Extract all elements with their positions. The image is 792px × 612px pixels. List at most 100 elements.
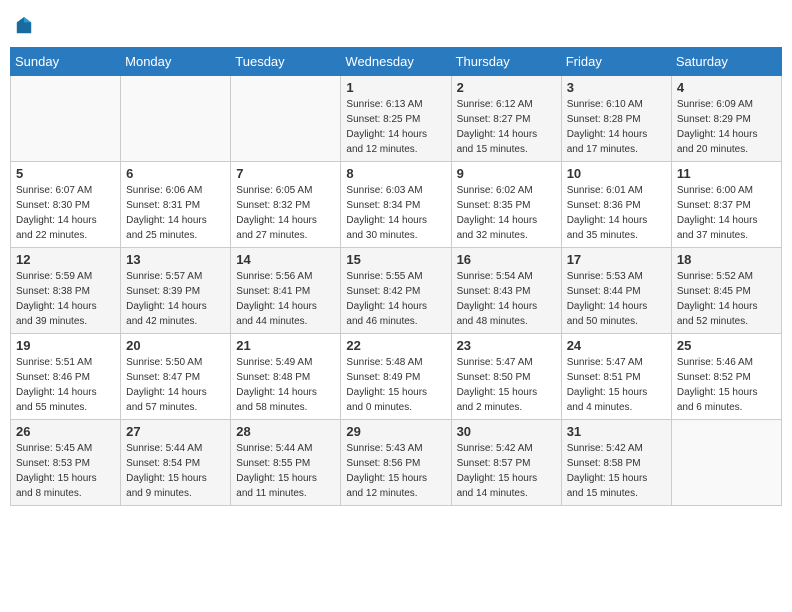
calendar-day-cell: 9 Sunrise: 6:02 AMSunset: 8:35 PMDaylight… (451, 162, 561, 248)
day-number: 19 (16, 338, 115, 353)
day-number: 16 (457, 252, 556, 267)
day-number: 26 (16, 424, 115, 439)
calendar-day-cell: 18 Sunrise: 5:52 AMSunset: 8:45 PMDayligh… (671, 248, 781, 334)
day-info: Sunrise: 5:42 AMSunset: 8:58 PMDaylight:… (567, 441, 666, 501)
calendar-header-row: SundayMondayTuesdayWednesdayThursdayFrid… (11, 48, 782, 76)
day-number: 23 (457, 338, 556, 353)
day-of-week-header: Tuesday (231, 48, 341, 76)
day-info: Sunrise: 6:03 AMSunset: 8:34 PMDaylight:… (346, 183, 445, 243)
day-info: Sunrise: 6:10 AMSunset: 8:28 PMDaylight:… (567, 97, 666, 157)
calendar-day-cell: 15 Sunrise: 5:55 AMSunset: 8:42 PMDayligh… (341, 248, 451, 334)
day-number: 29 (346, 424, 445, 439)
calendar-day-cell: 27Sunrise: 5:44 AMSunset: 8:54 PMDayligh… (121, 420, 231, 506)
day-number: 30 (457, 424, 556, 439)
day-info: Sunrise: 5:50 AMSunset: 8:47 PMDaylight:… (126, 355, 225, 415)
calendar-day-cell: 29 Sunrise: 5:43 AMSunset: 8:56 PMDayligh… (341, 420, 451, 506)
calendar-day-cell: 3 Sunrise: 6:10 AMSunset: 8:28 PMDaylight… (561, 76, 671, 162)
calendar-day-cell: 14Sunrise: 5:56 AMSunset: 8:41 PMDayligh… (231, 248, 341, 334)
day-number: 7 (236, 166, 335, 181)
day-of-week-header: Wednesday (341, 48, 451, 76)
day-of-week-header: Thursday (451, 48, 561, 76)
day-info: Sunrise: 5:57 AMSunset: 8:39 PMDaylight:… (126, 269, 225, 329)
calendar-day-cell: 16 Sunrise: 5:54 AMSunset: 8:43 PMDayligh… (451, 248, 561, 334)
day-info: Sunrise: 5:55 AMSunset: 8:42 PMDaylight:… (346, 269, 445, 329)
day-info: Sunrise: 6:07 AMSunset: 8:30 PMDaylight:… (16, 183, 115, 243)
calendar-week-row: 19Sunrise: 5:51 AMSunset: 8:46 PMDayligh… (11, 334, 782, 420)
day-info: Sunrise: 6:06 AMSunset: 8:31 PMDaylight:… (126, 183, 225, 243)
day-info: Sunrise: 5:52 AMSunset: 8:45 PMDaylight:… (677, 269, 776, 329)
day-number: 2 (457, 80, 556, 95)
calendar-day-cell: 30Sunrise: 5:42 AMSunset: 8:57 PMDayligh… (451, 420, 561, 506)
calendar-week-row: 1 Sunrise: 6:13 AMSunset: 8:25 PMDaylight… (11, 76, 782, 162)
day-of-week-header: Sunday (11, 48, 121, 76)
day-number: 22 (346, 338, 445, 353)
day-number: 11 (677, 166, 776, 181)
calendar-day-cell: 20 Sunrise: 5:50 AMSunset: 8:47 PMDayligh… (121, 334, 231, 420)
day-number: 17 (567, 252, 666, 267)
calendar-day-cell: 21 Sunrise: 5:49 AMSunset: 8:48 PMDayligh… (231, 334, 341, 420)
day-info: Sunrise: 5:45 AMSunset: 8:53 PMDaylight:… (16, 441, 115, 501)
calendar-day-cell: 12 Sunrise: 5:59 AMSunset: 8:38 PMDayligh… (11, 248, 121, 334)
day-number: 28 (236, 424, 335, 439)
day-number: 5 (16, 166, 115, 181)
calendar-day-cell: 23 Sunrise: 5:47 AMSunset: 8:50 PMDayligh… (451, 334, 561, 420)
day-number: 31 (567, 424, 666, 439)
page-header (10, 10, 782, 37)
day-number: 15 (346, 252, 445, 267)
calendar-day-cell: 10Sunrise: 6:01 AMSunset: 8:36 PMDayligh… (561, 162, 671, 248)
day-info: Sunrise: 5:53 AMSunset: 8:44 PMDaylight:… (567, 269, 666, 329)
day-number: 9 (457, 166, 556, 181)
day-number: 20 (126, 338, 225, 353)
day-info: Sunrise: 5:44 AMSunset: 8:55 PMDaylight:… (236, 441, 335, 501)
day-info: Sunrise: 6:02 AMSunset: 8:35 PMDaylight:… (457, 183, 556, 243)
day-info: Sunrise: 5:49 AMSunset: 8:48 PMDaylight:… (236, 355, 335, 415)
general-blue-icon (15, 15, 33, 37)
day-info: Sunrise: 6:13 AMSunset: 8:25 PMDaylight:… (346, 97, 445, 157)
day-info: Sunrise: 5:48 AMSunset: 8:49 PMDaylight:… (346, 355, 445, 415)
calendar-day-cell: 2Sunrise: 6:12 AMSunset: 8:27 PMDaylight… (451, 76, 561, 162)
day-number: 24 (567, 338, 666, 353)
logo (15, 15, 37, 37)
calendar-day-cell: 7Sunrise: 6:05 AMSunset: 8:32 PMDaylight… (231, 162, 341, 248)
calendar-day-cell (231, 76, 341, 162)
day-number: 3 (567, 80, 666, 95)
day-info: Sunrise: 5:56 AMSunset: 8:41 PMDaylight:… (236, 269, 335, 329)
day-number: 21 (236, 338, 335, 353)
day-of-week-header: Friday (561, 48, 671, 76)
day-info: Sunrise: 5:59 AMSunset: 8:38 PMDaylight:… (16, 269, 115, 329)
day-info: Sunrise: 5:44 AMSunset: 8:54 PMDaylight:… (126, 441, 225, 501)
day-number: 1 (346, 80, 445, 95)
calendar-day-cell: 13 Sunrise: 5:57 AMSunset: 8:39 PMDayligh… (121, 248, 231, 334)
calendar-day-cell: 19Sunrise: 5:51 AMSunset: 8:46 PMDayligh… (11, 334, 121, 420)
day-of-week-header: Monday (121, 48, 231, 76)
calendar-week-row: 12 Sunrise: 5:59 AMSunset: 8:38 PMDayligh… (11, 248, 782, 334)
calendar-day-cell: 31 Sunrise: 5:42 AMSunset: 8:58 PMDayligh… (561, 420, 671, 506)
day-info: Sunrise: 6:01 AMSunset: 8:36 PMDaylight:… (567, 183, 666, 243)
calendar-day-cell: 8Sunrise: 6:03 AMSunset: 8:34 PMDaylight… (341, 162, 451, 248)
calendar-day-cell (11, 76, 121, 162)
calendar-day-cell: 5 Sunrise: 6:07 AMSunset: 8:30 PMDaylight… (11, 162, 121, 248)
calendar-day-cell: 6 Sunrise: 6:06 AMSunset: 8:31 PMDaylight… (121, 162, 231, 248)
day-number: 6 (126, 166, 225, 181)
day-info: Sunrise: 5:47 AMSunset: 8:50 PMDaylight:… (457, 355, 556, 415)
calendar-table: SundayMondayTuesdayWednesdayThursdayFrid… (10, 47, 782, 506)
calendar-day-cell: 28 Sunrise: 5:44 AMSunset: 8:55 PMDayligh… (231, 420, 341, 506)
day-number: 18 (677, 252, 776, 267)
day-number: 25 (677, 338, 776, 353)
calendar-day-cell (121, 76, 231, 162)
day-info: Sunrise: 5:43 AMSunset: 8:56 PMDaylight:… (346, 441, 445, 501)
day-info: Sunrise: 5:46 AMSunset: 8:52 PMDaylight:… (677, 355, 776, 415)
day-info: Sunrise: 6:00 AMSunset: 8:37 PMDaylight:… (677, 183, 776, 243)
day-number: 12 (16, 252, 115, 267)
calendar-day-cell: 11 Sunrise: 6:00 AMSunset: 8:37 PMDayligh… (671, 162, 781, 248)
calendar-day-cell: 25 Sunrise: 5:46 AMSunset: 8:52 PMDayligh… (671, 334, 781, 420)
day-info: Sunrise: 5:54 AMSunset: 8:43 PMDaylight:… (457, 269, 556, 329)
calendar-week-row: 26 Sunrise: 5:45 AMSunset: 8:53 PMDayligh… (11, 420, 782, 506)
calendar-day-cell: 17 Sunrise: 5:53 AMSunset: 8:44 PMDayligh… (561, 248, 671, 334)
calendar-day-cell: 4Sunrise: 6:09 AMSunset: 8:29 PMDaylight… (671, 76, 781, 162)
calendar-day-cell: 22 Sunrise: 5:48 AMSunset: 8:49 PMDayligh… (341, 334, 451, 420)
day-number: 4 (677, 80, 776, 95)
calendar-day-cell: 26 Sunrise: 5:45 AMSunset: 8:53 PMDayligh… (11, 420, 121, 506)
day-number: 13 (126, 252, 225, 267)
calendar-day-cell (671, 420, 781, 506)
